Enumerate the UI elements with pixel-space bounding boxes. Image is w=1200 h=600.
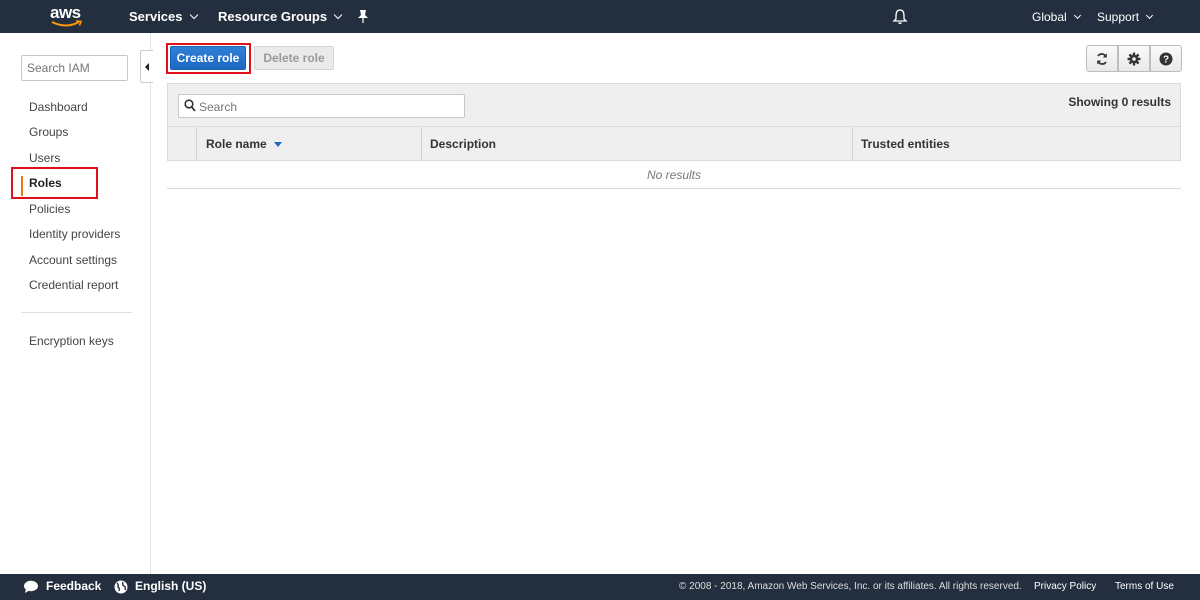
sidebar-item-policies[interactable]: Policies bbox=[29, 202, 70, 216]
terms-of-use-link[interactable]: Terms of Use bbox=[1115, 581, 1174, 592]
region-label: Global bbox=[1032, 10, 1067, 24]
sidebar-item-dashboard[interactable]: Dashboard bbox=[29, 100, 88, 114]
roles-table-panel: Search Showing 0 results Role name Descr… bbox=[167, 83, 1181, 190]
table-filter-bar: Search Showing 0 results bbox=[167, 83, 1181, 127]
top-nav-bar: aws Services Resource Groups Global Supp… bbox=[0, 0, 1200, 33]
select-column[interactable] bbox=[168, 127, 197, 160]
sidebar-divider bbox=[21, 312, 132, 313]
delete-role-button[interactable]: Delete role bbox=[254, 46, 334, 70]
sidebar-item-credential-report[interactable]: Credential report bbox=[29, 278, 118, 292]
column-header-role-name: Role name bbox=[206, 137, 282, 151]
column-trusted-entities[interactable]: Trusted entities bbox=[853, 127, 1180, 160]
sidebar-item-account-settings[interactable]: Account settings bbox=[29, 253, 117, 267]
search-iam-input[interactable] bbox=[21, 55, 128, 81]
gear-icon bbox=[1127, 52, 1141, 66]
chevron-down-icon bbox=[1073, 11, 1081, 20]
svg-text:?: ? bbox=[1163, 55, 1169, 66]
services-menu[interactable]: Services bbox=[129, 9, 198, 24]
chevron-down-icon bbox=[1145, 11, 1154, 20]
help-button[interactable]: ? bbox=[1150, 45, 1182, 72]
settings-button[interactable] bbox=[1118, 45, 1150, 72]
chevron-left-icon bbox=[145, 63, 149, 71]
sort-descending-icon bbox=[273, 142, 282, 147]
region-menu[interactable]: Global bbox=[1032, 10, 1081, 24]
sidebar-item-users[interactable]: Users bbox=[29, 151, 60, 165]
sidebar-collapse-toggle[interactable] bbox=[140, 50, 153, 83]
roles-highlight-box bbox=[11, 167, 98, 199]
support-menu[interactable]: Support bbox=[1097, 10, 1154, 24]
sidebar-item-encryption-keys[interactable]: Encryption keys bbox=[29, 334, 114, 348]
create-role-highlight-box bbox=[166, 43, 251, 74]
resource-groups-label: Resource Groups bbox=[218, 9, 328, 24]
refresh-button[interactable] bbox=[1086, 45, 1118, 72]
language-selector[interactable]: English (US) bbox=[135, 579, 206, 593]
search-icon bbox=[184, 99, 196, 112]
column-role-name[interactable]: Role name bbox=[197, 127, 422, 160]
aws-logo[interactable]: aws bbox=[50, 3, 86, 29]
table-header-row: Role name Description Trusted entities bbox=[167, 126, 1181, 161]
results-count: Showing 0 results bbox=[1068, 95, 1171, 109]
feedback-icon bbox=[24, 580, 38, 593]
chevron-down-icon bbox=[189, 10, 198, 20]
sidebar-item-identity-providers[interactable]: Identity providers bbox=[29, 227, 120, 241]
search-placeholder: Search bbox=[199, 100, 238, 114]
sidebar: Dashboard Groups Users Roles Policies Id… bbox=[0, 33, 151, 574]
column-description[interactable]: Description bbox=[422, 127, 853, 160]
refresh-icon bbox=[1097, 53, 1107, 65]
empty-state-text: No results bbox=[167, 161, 1181, 189]
sidebar-item-groups[interactable]: Groups bbox=[29, 125, 68, 139]
privacy-policy-link[interactable]: Privacy Policy bbox=[1034, 581, 1096, 592]
feedback-link[interactable]: Feedback bbox=[46, 579, 101, 593]
help-icon: ? bbox=[1159, 52, 1173, 66]
search-roles-input[interactable]: Search bbox=[178, 94, 465, 118]
column-header-description: Description bbox=[430, 137, 497, 151]
column-header-trusted-entities: Trusted entities bbox=[861, 137, 950, 151]
resource-groups-menu[interactable]: Resource Groups bbox=[218, 9, 343, 24]
bell-icon[interactable] bbox=[892, 8, 908, 25]
pin-icon[interactable] bbox=[357, 9, 369, 23]
chevron-down-icon bbox=[333, 10, 343, 20]
footer-bar: Feedback English (US) © 2008 - 2018, Ama… bbox=[0, 574, 1200, 600]
support-label: Support bbox=[1097, 10, 1140, 24]
globe-icon bbox=[114, 580, 128, 594]
copyright-text: © 2008 - 2018, Amazon Web Services, Inc.… bbox=[679, 581, 1022, 592]
services-label: Services bbox=[129, 9, 183, 24]
aws-smile-icon bbox=[51, 20, 83, 27]
